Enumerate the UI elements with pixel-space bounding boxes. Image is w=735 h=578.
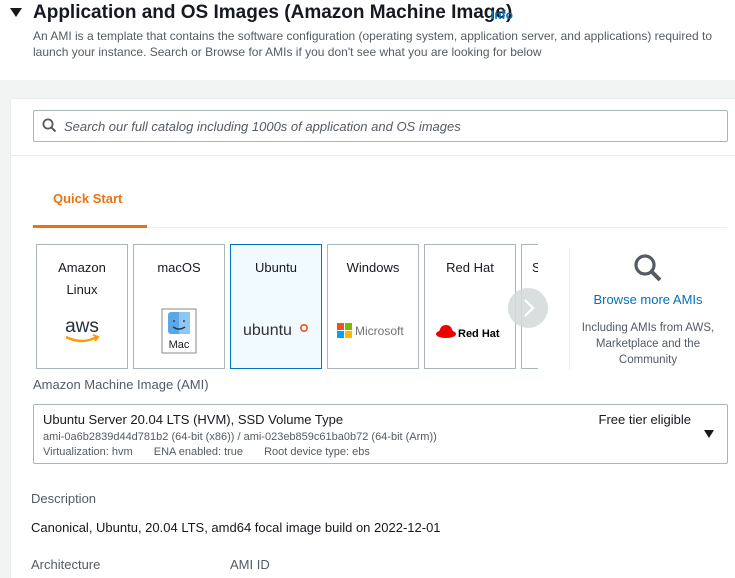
tab-active-indicator [33, 225, 147, 228]
mac-finder-logo-icon: Mac [134, 308, 224, 359]
description-value: Canonical, Ubuntu, 20.04 LTS, amd64 foca… [31, 520, 441, 535]
ami-id-label: AMI ID [230, 557, 270, 572]
ami-name: Ubuntu Server 20.04 LTS (HVM), SSD Volum… [43, 412, 344, 427]
section-description: An AMI is a template that contains the s… [33, 29, 713, 59]
section-header: Application and OS Images (Amazon Machin… [0, 0, 735, 80]
card-macos[interactable]: macOS Mac [133, 244, 225, 369]
architecture-label: Architecture [31, 557, 101, 572]
virtualization-text: Virtualization: hvm [43, 446, 133, 458]
browse-more-amis-link[interactable]: Browse more AMIs [572, 292, 724, 307]
tab-divider [147, 227, 727, 228]
svg-text:Red Hat: Red Hat [458, 328, 500, 340]
ami-search-input[interactable]: Search our full catalog including 1000s … [33, 110, 728, 142]
ami-select[interactable]: Ubuntu Server 20.04 LTS (HVM), SSD Volum… [33, 404, 728, 464]
redhat-logo-icon: Red Hat [425, 322, 515, 347]
collapse-caret-icon[interactable] [10, 8, 22, 17]
card-label: macOS [157, 260, 201, 275]
ena-text: ENA enabled: true [153, 446, 244, 458]
search-icon [42, 118, 57, 138]
ubuntu-logo-icon: ubuntu [231, 320, 321, 347]
aws-logo-icon: aws [37, 315, 127, 350]
root-device-text: Root device type: ebs [264, 446, 370, 458]
section-title: Application and OS Images (Amazon Machin… [33, 2, 513, 23]
svg-text:Mac: Mac [169, 339, 190, 351]
svg-text:ubuntu: ubuntu [243, 322, 292, 339]
ami-label: Amazon Machine Image (AMI) [33, 377, 209, 392]
ami-meta: Virtualization: hvm ENA enabled: true Ro… [43, 446, 388, 458]
card-label: Red Hat [446, 260, 494, 275]
search-placeholder: Search our full catalog including 1000s … [64, 119, 461, 134]
card-red-hat[interactable]: Red Hat Red Hat [424, 244, 516, 369]
search-icon[interactable] [632, 252, 664, 289]
card-label: Ubuntu [255, 260, 297, 275]
description-label: Description [31, 491, 97, 506]
card-label: S [532, 257, 538, 279]
card-label: Windows [346, 260, 400, 275]
caret-down-icon [704, 430, 714, 438]
free-tier-badge: Free tier eligible [598, 412, 692, 427]
card-ubuntu[interactable]: Ubuntu ubuntu [230, 244, 322, 369]
card-amazon-linux[interactable]: Amazon Linux aws [36, 244, 128, 369]
carousel-next-button[interactable] [508, 288, 548, 328]
info-link[interactable]: Info [491, 8, 513, 22]
browse-description: Including AMIs from AWS, Marketplace and… [581, 322, 715, 366]
card-windows[interactable]: Windows Microsoft [327, 244, 419, 369]
divider [10, 155, 735, 156]
microsoft-logo-icon: Microsoft [328, 322, 418, 345]
svg-text:aws: aws [65, 316, 99, 337]
tab-quick-start[interactable]: Quick Start [53, 191, 122, 206]
svg-text:Microsoft: Microsoft [355, 324, 404, 338]
card-label: Amazon Linux [58, 260, 106, 297]
chevron-right-icon [524, 299, 535, 317]
divider [569, 248, 570, 369]
ami-ids: ami-0a6b2839d44d781b2 (64-bit (x86)) / a… [43, 431, 437, 443]
